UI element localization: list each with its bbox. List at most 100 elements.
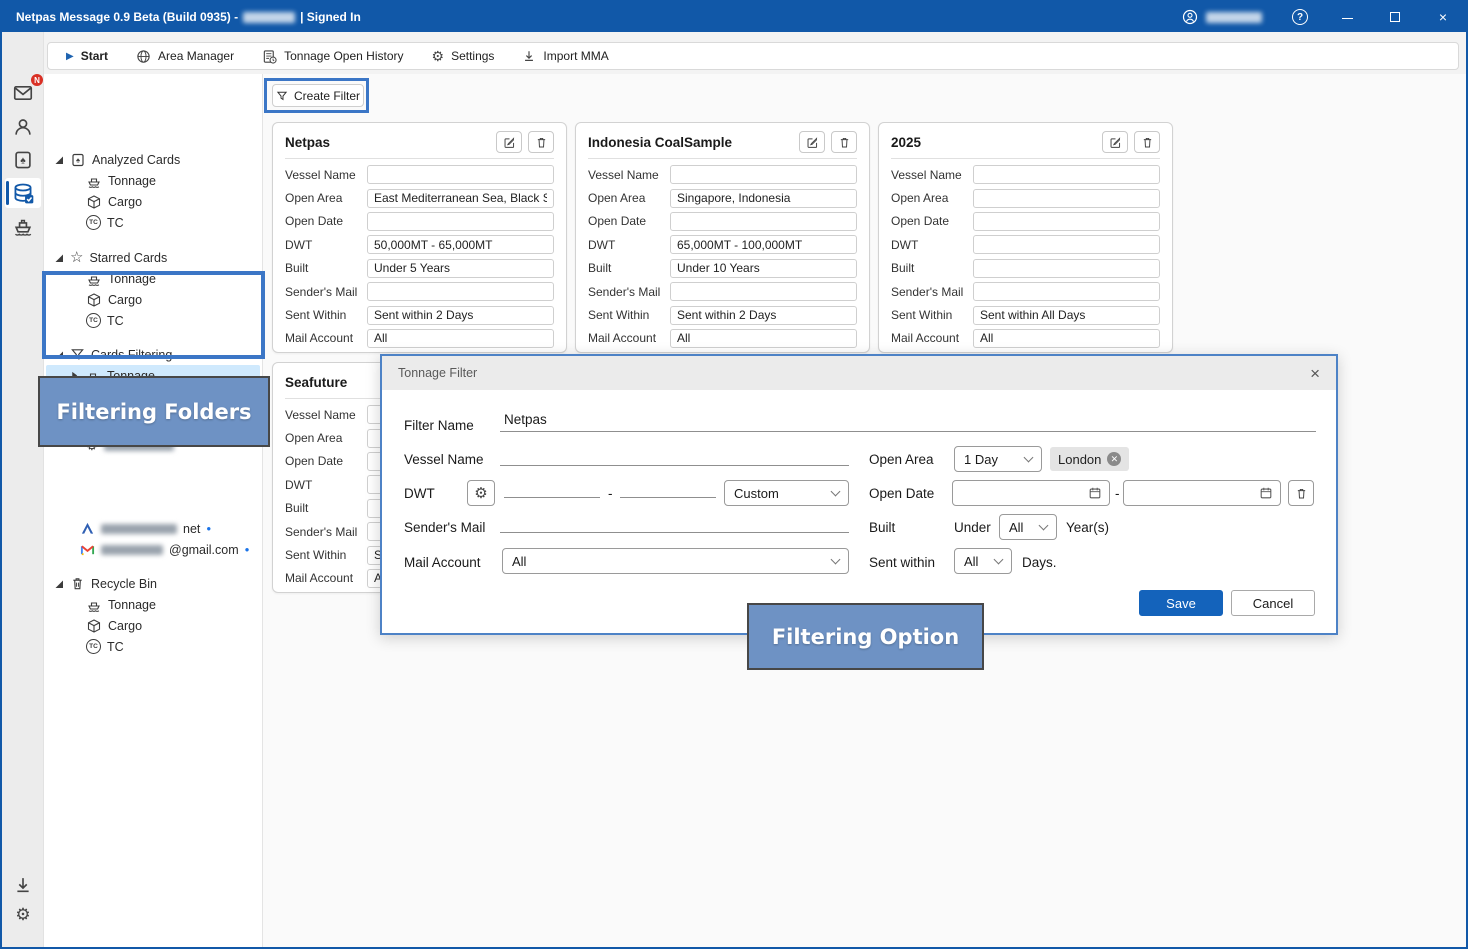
- filtering-option-callout: Filtering Option: [747, 603, 984, 670]
- dialog-title-bar[interactable]: Tonnage Filter ×: [382, 356, 1336, 390]
- dwt-value[interactable]: [973, 235, 1160, 254]
- built-value[interactable]: [670, 259, 857, 278]
- minimize-button[interactable]: [1338, 9, 1356, 25]
- built-value[interactable]: [367, 259, 554, 278]
- open-date-from-input[interactable]: [952, 480, 1110, 506]
- dialog-close-button[interactable]: ×: [1310, 365, 1320, 382]
- dwt-settings-button[interactable]: ⚙: [467, 480, 495, 506]
- title-bar: Netpas Message 0.9 Beta (Build 0935) - |…: [2, 2, 1466, 32]
- vessel-name-value[interactable]: [670, 165, 857, 184]
- vessel-name-value[interactable]: [973, 165, 1160, 184]
- rail-contacts-button[interactable]: [5, 112, 41, 142]
- calendar-icon[interactable]: [1088, 486, 1102, 500]
- account-menu[interactable]: [1182, 9, 1262, 25]
- tree-item-recycle-cargo[interactable]: Cargo: [44, 615, 262, 636]
- tree-group-analyzed-cards[interactable]: ♠ Analyzed Cards: [44, 149, 262, 170]
- sent-within-label: Sent within: [869, 555, 935, 570]
- vessel-name-input[interactable]: [500, 442, 849, 466]
- rail-settings-button[interactable]: ⚙: [5, 899, 41, 929]
- mail-account-value[interactable]: [367, 329, 554, 348]
- open-area-tag-london[interactable]: London ✕: [1050, 447, 1129, 471]
- open-area-value[interactable]: [670, 189, 857, 208]
- senders-mail-input[interactable]: [500, 509, 849, 533]
- tree-item-starred-tonnage[interactable]: Tonnage: [44, 268, 262, 289]
- toolbar-history-button[interactable]: Tonnage Open History: [262, 49, 403, 64]
- mail-account-value[interactable]: [973, 329, 1160, 348]
- mail-account-select[interactable]: All: [502, 548, 849, 574]
- tree-item-analyzed-tc[interactable]: TC TC: [44, 212, 262, 233]
- open-area-value[interactable]: [367, 189, 554, 208]
- dwt-value[interactable]: [367, 235, 554, 254]
- create-filter-button[interactable]: Create Filter: [272, 84, 364, 107]
- field-label: Mail Account: [588, 331, 670, 345]
- dwt-to-input[interactable]: [620, 474, 716, 498]
- sent-within-value[interactable]: [670, 306, 857, 325]
- rail-import-button[interactable]: [5, 870, 41, 900]
- rail-ship-button[interactable]: [5, 211, 41, 241]
- remove-tag-icon[interactable]: ✕: [1107, 452, 1121, 466]
- tree-item-mail-account-2[interactable]: @gmail.com ●: [44, 539, 262, 560]
- field-label: Built: [588, 261, 670, 275]
- built-value[interactable]: [973, 259, 1160, 278]
- toolbar-settings-button[interactable]: ⚙ Settings: [432, 49, 495, 63]
- filter-name-input[interactable]: [500, 408, 1316, 432]
- tree-item-recycle-tonnage[interactable]: Tonnage: [44, 594, 262, 615]
- edit-card-button[interactable]: [496, 131, 522, 153]
- senders-mail-value[interactable]: [670, 282, 857, 301]
- dwt-value[interactable]: [670, 235, 857, 254]
- open-date-value[interactable]: [670, 212, 857, 231]
- open-date-to-input[interactable]: [1123, 480, 1281, 506]
- delete-card-button[interactable]: [1134, 131, 1160, 153]
- delete-card-button[interactable]: [831, 131, 857, 153]
- expanded-arrow-icon[interactable]: [54, 253, 64, 263]
- expanded-arrow-icon[interactable]: [54, 350, 64, 360]
- sent-within-select[interactable]: All: [954, 548, 1012, 574]
- rail-mail-button[interactable]: N: [5, 78, 41, 108]
- edit-card-button[interactable]: [1102, 131, 1128, 153]
- sent-within-value[interactable]: [367, 306, 554, 325]
- dwt-from-input[interactable]: [504, 474, 600, 498]
- clear-open-date-button[interactable]: [1288, 480, 1314, 506]
- delete-card-button[interactable]: [528, 131, 554, 153]
- tree-group-cards-filtering[interactable]: Cards Filtering: [44, 344, 262, 365]
- maximize-button[interactable]: [1386, 9, 1404, 25]
- toolbar-import-mma-button[interactable]: Import MMA: [522, 49, 608, 63]
- open-date-value[interactable]: [973, 212, 1160, 231]
- toolbar-area-manager-button[interactable]: Area Manager: [136, 49, 234, 64]
- senders-mail-value[interactable]: [367, 282, 554, 301]
- cancel-button[interactable]: Cancel: [1231, 590, 1315, 616]
- field-label: Mail Account: [891, 331, 973, 345]
- tree-item-analyzed-cargo[interactable]: Cargo: [44, 191, 262, 212]
- tree-item-starred-cargo[interactable]: Cargo: [44, 289, 262, 310]
- tonnage-filter-dialog: Tonnage Filter × Filter Name Vessel Name…: [380, 354, 1338, 635]
- open-area-value[interactable]: [973, 189, 1160, 208]
- close-button[interactable]: ×: [1434, 9, 1452, 25]
- sent-within-value[interactable]: [973, 306, 1160, 325]
- expanded-arrow-icon[interactable]: [54, 579, 64, 589]
- tree-item-analyzed-tonnage[interactable]: Tonnage: [44, 170, 262, 191]
- vessel-name-value[interactable]: [367, 165, 554, 184]
- calendar-icon[interactable]: [1259, 486, 1273, 500]
- cargo-box-icon: [86, 292, 102, 308]
- expanded-arrow-icon[interactable]: [54, 155, 64, 165]
- open-date-value[interactable]: [367, 212, 554, 231]
- built-select[interactable]: All: [999, 514, 1057, 540]
- trash-icon: [70, 576, 85, 591]
- tree-item-recycle-tc[interactable]: TC TC: [44, 636, 262, 657]
- rail-analyzed-cards-button[interactable]: ♠: [5, 145, 41, 175]
- senders-mail-value[interactable]: [973, 282, 1160, 301]
- help-button[interactable]: ?: [1292, 9, 1308, 25]
- tree-item-mail-account-1[interactable]: net ●: [44, 518, 262, 539]
- filter-card-netpas: Netpas Vessel Name Open Area Open Date D…: [272, 122, 567, 353]
- tree-group-recycle-bin[interactable]: Recycle Bin: [44, 573, 262, 594]
- tree-group-starred-cards[interactable]: ☆ Starred Cards: [44, 247, 262, 268]
- toolbar-start-button[interactable]: ▶ Start: [66, 49, 108, 63]
- rail-cards-database-button[interactable]: [5, 178, 41, 208]
- save-button[interactable]: Save: [1139, 590, 1223, 616]
- edit-card-button[interactable]: [799, 131, 825, 153]
- tree-item-starred-tc[interactable]: TC TC: [44, 310, 262, 331]
- open-area-select-value: 1 Day: [964, 452, 998, 467]
- open-area-select[interactable]: 1 Day: [954, 446, 1042, 472]
- mail-account-value[interactable]: [670, 329, 857, 348]
- dwt-mode-select[interactable]: Custom: [724, 480, 849, 506]
